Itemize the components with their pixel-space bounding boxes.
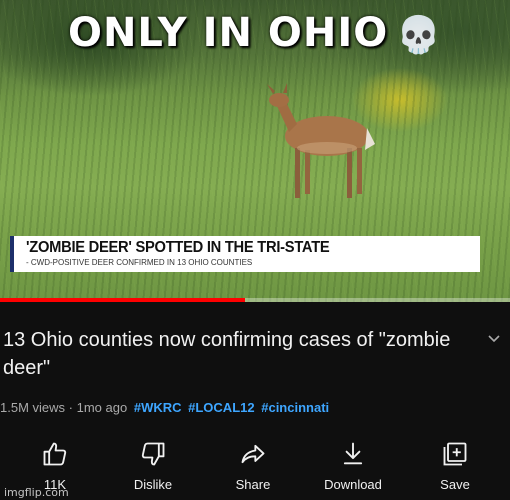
progress-bar[interactable] [0, 298, 510, 302]
view-count: 1.5M views [0, 400, 66, 415]
meme-caption-text: ONLY IN OHIO [67, 10, 389, 56]
download-button[interactable]: Download [308, 440, 398, 492]
upload-age: 1mo ago [76, 400, 128, 415]
news-lower-third: 'ZOMBIE DEER' SPOTTED IN THE TRI-STATE -… [10, 236, 480, 272]
save-button[interactable]: Save [410, 440, 500, 492]
download-label: Download [324, 477, 382, 492]
thumbs-up-icon [43, 442, 67, 466]
like-button[interactable]: 11K [10, 440, 100, 492]
thumbs-down-icon [141, 442, 165, 466]
share-label: Share [235, 477, 271, 492]
deer-image [267, 83, 375, 198]
share-button[interactable]: Share [208, 440, 298, 492]
dislike-label: Dislike [133, 477, 173, 492]
chevron-down-icon[interactable] [486, 330, 502, 346]
hashtag-link[interactable]: #WKRC [134, 400, 182, 415]
video-title[interactable]: 13 Ohio counties now confirming cases of… [3, 326, 473, 382]
lower-third-headline: 'ZOMBIE DEER' SPOTTED IN THE TRI-STATE [26, 239, 330, 256]
video-meta: 1.5M views · 1mo ago #WKRC #LOCAL12 #cin… [0, 400, 329, 415]
save-icon [443, 442, 467, 466]
save-label: Save [440, 477, 470, 492]
progress-fill [0, 298, 245, 302]
meme-caption: ONLY IN OHIO 💀 [0, 10, 510, 56]
share-icon [241, 444, 265, 464]
watermark: imgflip.com [4, 486, 69, 499]
download-icon [343, 442, 363, 465]
video-player[interactable]: ONLY IN OHIO 💀 'ZOMBIE DEER' SPOTTED IN T… [0, 0, 510, 302]
meta-separator: · [68, 400, 73, 415]
dislike-button[interactable]: Dislike [108, 440, 198, 492]
action-bar: 11K Dislike Share Download Save [0, 440, 510, 500]
hashtag-link[interactable]: #cincinnati [261, 400, 329, 415]
lower-third-subline: - CWD-POSITIVE DEER CONFIRMED IN 13 OHIO… [26, 258, 253, 267]
hashtag-link[interactable]: #LOCAL12 [188, 400, 254, 415]
skull-icon: 💀 [396, 15, 443, 56]
